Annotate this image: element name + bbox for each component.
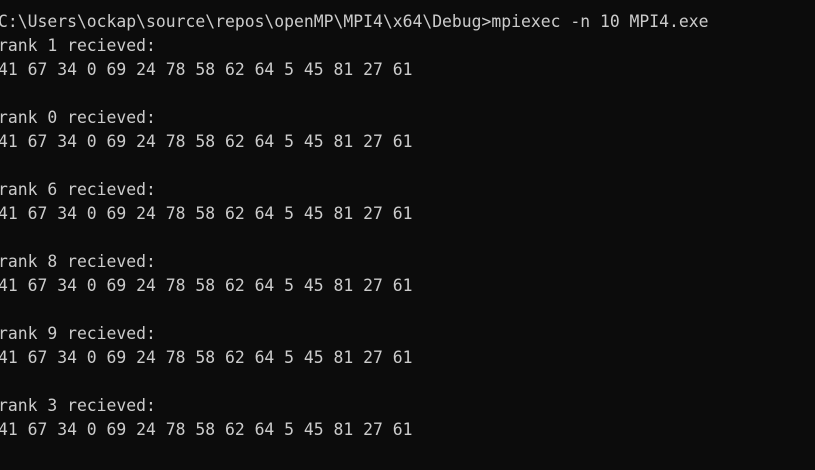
output-header: rank 1 recieved:: [0, 36, 156, 55]
output-block-rank-8: rank 8 recieved: 41 67 34 0 69 24 78 58 …: [0, 250, 815, 322]
output-values: 41 67 34 0 69 24 78 58 62 64 5 45 81 27 …: [0, 420, 413, 439]
output-header: rank 3 recieved:: [0, 396, 156, 415]
output-values: 41 67 34 0 69 24 78 58 62 64 5 45 81 27 …: [0, 276, 413, 295]
command-text: mpiexec -n 10 MPI4.exe: [491, 12, 709, 31]
output-block-rank-3: rank 3 recieved: 41 67 34 0 69 24 78 58 …: [0, 394, 815, 442]
output-block-rank-1: rank 1 recieved: 41 67 34 0 69 24 78 58 …: [0, 34, 815, 106]
output-values: 41 67 34 0 69 24 78 58 62 64 5 45 81 27 …: [0, 348, 413, 367]
prompt-path: C:\Users\ockap\source\repos\openMP\MPI4\…: [0, 12, 492, 31]
output-block-rank-9: rank 9 recieved: 41 67 34 0 69 24 78 58 …: [0, 322, 815, 394]
output-values: 41 67 34 0 69 24 78 58 62 64 5 45 81 27 …: [0, 204, 413, 223]
output-header: rank 8 recieved:: [0, 252, 156, 271]
output-block-rank-0: rank 0 recieved: 41 67 34 0 69 24 78 58 …: [0, 106, 815, 178]
output-header: rank 9 recieved:: [0, 324, 156, 343]
output-values: 41 67 34 0 69 24 78 58 62 64 5 45 81 27 …: [0, 60, 413, 79]
console-window[interactable]: C:\Users\ockap\source\repos\openMP\MPI4\…: [0, 0, 815, 470]
command-line: C:\Users\ockap\source\repos\openMP\MPI4\…: [0, 10, 815, 34]
output-block-rank-6: rank 6 recieved: 41 67 34 0 69 24 78 58 …: [0, 178, 815, 250]
output-values: 41 67 34 0 69 24 78 58 62 64 5 45 81 27 …: [0, 132, 413, 151]
output-header: rank 0 recieved:: [0, 108, 156, 127]
output-header: rank 6 recieved:: [0, 180, 156, 199]
